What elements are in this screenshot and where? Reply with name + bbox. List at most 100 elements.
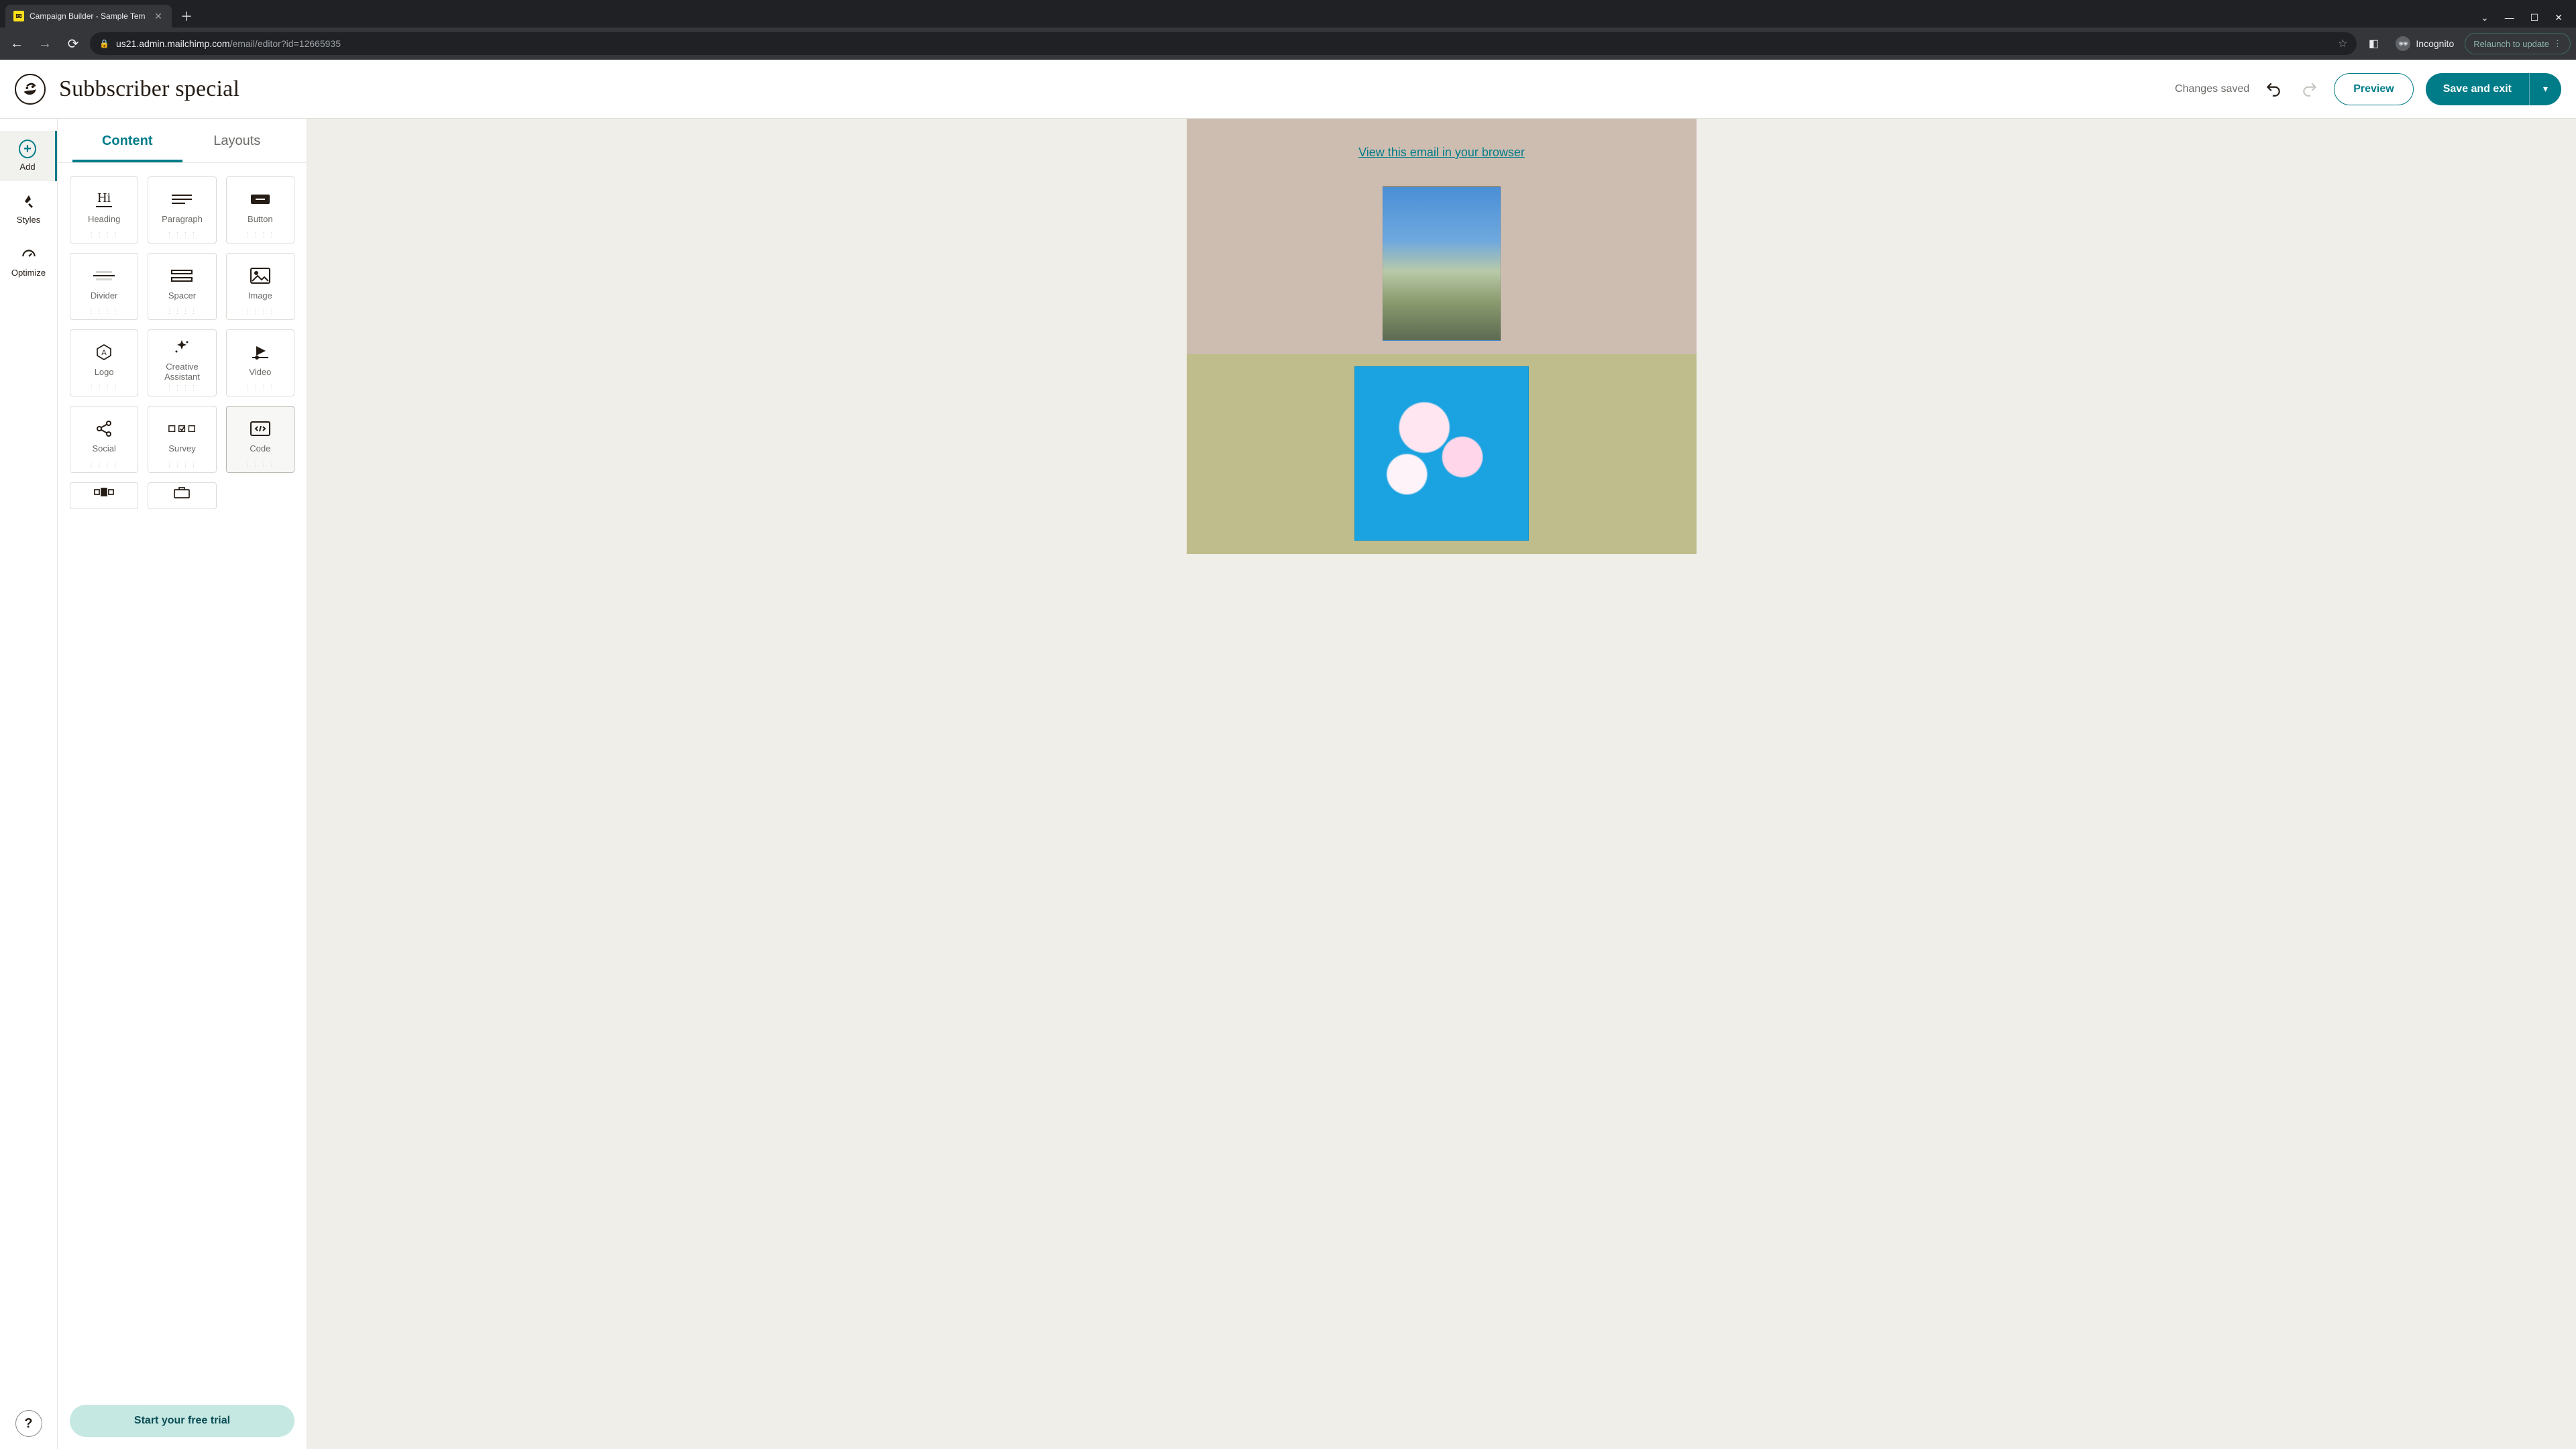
view-in-browser-link[interactable]: View this email in your browser xyxy=(1358,146,1525,160)
block-paragraph[interactable]: Paragraph ⋮⋮⋮⋮ xyxy=(148,176,216,244)
app-root: Subbscriber special Changes saved Previe… xyxy=(0,60,2576,1449)
window-controls: ⌄ ― ☐ ✕ xyxy=(2481,12,2576,28)
side-panel: Content Layouts Hi Heading ⋮⋮⋮⋮ xyxy=(58,119,307,1449)
apps-icon xyxy=(91,487,117,498)
nav-forward-button: → xyxy=(34,32,56,55)
rail-optimize[interactable]: Optimize xyxy=(0,237,57,287)
plus-circle-icon: + xyxy=(19,140,36,158)
help-button[interactable]: ? xyxy=(15,1410,42,1437)
block-partial-1[interactable] xyxy=(70,482,138,509)
survey-icon xyxy=(168,419,195,439)
drag-handle-icon: ⋮⋮⋮⋮ xyxy=(244,308,276,315)
block-button[interactable]: Button ⋮⋮⋮⋮ xyxy=(226,176,294,244)
new-tab-button[interactable]: ＋ xyxy=(177,7,196,25)
image-icon xyxy=(247,266,274,286)
drag-handle-icon: ⋮⋮⋮⋮ xyxy=(244,231,276,239)
share-icon xyxy=(91,419,117,439)
drag-handle-icon: ⋮⋮⋮⋮ xyxy=(166,384,198,392)
side-panel-icon[interactable]: ◧ xyxy=(2362,32,2385,55)
nav-reload-button[interactable]: ⟳ xyxy=(62,32,85,55)
tab-layouts[interactable]: Layouts xyxy=(182,119,292,162)
save-dropdown-button[interactable]: ▾ xyxy=(2529,73,2561,105)
left-rail: + Add Styles Optimize ? xyxy=(0,119,58,1449)
block-video[interactable]: Video ⋮⋮⋮⋮ xyxy=(226,329,294,396)
rail-add[interactable]: + Add xyxy=(0,131,57,181)
window-minimize-icon[interactable]: ― xyxy=(2505,12,2514,23)
code-icon xyxy=(247,419,274,439)
block-image[interactable]: Image ⋮⋮⋮⋮ xyxy=(226,253,294,320)
tab-close-icon[interactable]: ✕ xyxy=(153,11,164,21)
block-creative-assistant[interactable]: Creative Assistant ⋮⋮⋮⋮ xyxy=(148,329,216,396)
sparkle-icon xyxy=(168,337,195,357)
block-spacer[interactable]: Spacer ⋮⋮⋮⋮ xyxy=(148,253,216,320)
mailchimp-favicon: ✉ xyxy=(13,11,24,21)
drag-handle-icon: ⋮⋮⋮⋮ xyxy=(244,384,276,392)
divider-icon xyxy=(91,266,117,286)
logo-icon: A xyxy=(91,342,117,362)
blocks-list[interactable]: Hi Heading ⋮⋮⋮⋮ Paragraph ⋮⋮⋮⋮ xyxy=(58,163,307,1449)
drag-handle-icon: ⋮⋮⋮⋮ xyxy=(88,384,120,392)
trial-banner: Start your free trial xyxy=(58,1397,307,1449)
mailchimp-logo[interactable] xyxy=(15,74,46,105)
kebab-icon: ⋮ xyxy=(2553,38,2562,49)
workspace: + Add Styles Optimize ? Content Layout xyxy=(0,119,2576,1449)
save-status: Changes saved xyxy=(2175,83,2249,95)
tab-search-icon[interactable]: ⌄ xyxy=(2481,12,2489,23)
email-image-2[interactable] xyxy=(1354,366,1529,541)
block-logo[interactable]: A Logo ⋮⋮⋮⋮ xyxy=(70,329,138,396)
relaunch-to-update-button[interactable]: Relaunch to update ⋮ xyxy=(2465,33,2571,54)
incognito-icon: 🕶 xyxy=(2396,36,2410,51)
block-divider[interactable]: Divider ⋮⋮⋮⋮ xyxy=(70,253,138,320)
tab-title: Campaign Builder - Sample Tem xyxy=(30,11,148,21)
bookmark-star-icon[interactable]: ☆ xyxy=(2338,37,2347,50)
address-bar[interactable]: 🔒 us21.admin.mailchimp.com/email/editor?… xyxy=(90,32,2357,55)
campaign-title[interactable]: Subbscriber special xyxy=(59,76,239,102)
video-icon xyxy=(247,342,274,362)
email-image-1[interactable] xyxy=(1383,186,1501,341)
browser-toolbar: ← → ⟳ 🔒 us21.admin.mailchimp.com/email/e… xyxy=(0,28,2576,60)
save-and-exit-button[interactable]: Save and exit xyxy=(2426,73,2529,105)
incognito-indicator[interactable]: 🕶 Incognito xyxy=(2390,36,2459,51)
window-maximize-icon[interactable]: ☐ xyxy=(2530,12,2539,23)
button-icon xyxy=(247,189,274,209)
email-section-header[interactable]: View this email in your browser xyxy=(1187,119,1697,354)
redo-button xyxy=(2298,77,2322,101)
app-header: Subbscriber special Changes saved Previe… xyxy=(0,60,2576,119)
block-survey[interactable]: Survey ⋮⋮⋮⋮ xyxy=(148,406,216,473)
block-partial-2[interactable] xyxy=(148,482,216,509)
drag-handle-icon: ⋮⋮⋮⋮ xyxy=(244,461,276,468)
svg-text:A: A xyxy=(101,349,107,357)
drag-handle-icon: ⋮⋮⋮⋮ xyxy=(88,231,120,239)
preview-button[interactable]: Preview xyxy=(2334,73,2413,105)
styles-icon xyxy=(20,193,38,211)
panel-tabs: Content Layouts xyxy=(58,119,307,163)
start-free-trial-button[interactable]: Start your free trial xyxy=(70,1405,294,1437)
email-canvas[interactable]: View this email in your browser xyxy=(307,119,2576,1449)
undo-button[interactable] xyxy=(2261,77,2286,101)
gauge-icon xyxy=(20,246,38,264)
url-text: us21.admin.mailchimp.com/email/editor?id… xyxy=(116,38,2331,49)
briefcase-icon xyxy=(168,486,195,498)
block-social[interactable]: Social ⋮⋮⋮⋮ xyxy=(70,406,138,473)
heading-icon: Hi xyxy=(91,189,117,209)
lock-icon: 🔒 xyxy=(99,39,109,48)
block-code[interactable]: Code ⋮⋮⋮⋮ xyxy=(226,406,294,473)
incognito-label: Incognito xyxy=(2416,38,2454,49)
paragraph-icon xyxy=(168,189,195,209)
window-close-icon[interactable]: ✕ xyxy=(2555,12,2563,23)
email-section-body[interactable] xyxy=(1187,354,1697,554)
rail-styles[interactable]: Styles xyxy=(0,184,57,234)
drag-handle-icon: ⋮⋮⋮⋮ xyxy=(88,461,120,468)
nav-back-button[interactable]: ← xyxy=(5,32,28,55)
save-and-exit-group: Save and exit ▾ xyxy=(2426,73,2561,105)
email-body[interactable]: View this email in your browser xyxy=(1187,119,1697,554)
browser-tab[interactable]: ✉ Campaign Builder - Sample Tem ✕ xyxy=(5,5,172,28)
drag-handle-icon: ⋮⋮⋮⋮ xyxy=(166,461,198,468)
drag-handle-icon: ⋮⋮⋮⋮ xyxy=(88,308,120,315)
drag-handle-icon: ⋮⋮⋮⋮ xyxy=(166,308,198,315)
drag-handle-icon: ⋮⋮⋮⋮ xyxy=(166,231,198,239)
tab-content[interactable]: Content xyxy=(72,119,182,162)
browser-tab-strip: ✉ Campaign Builder - Sample Tem ✕ ＋ ⌄ ― … xyxy=(0,0,2576,28)
block-heading[interactable]: Hi Heading ⋮⋮⋮⋮ xyxy=(70,176,138,244)
spacer-icon xyxy=(168,266,195,286)
